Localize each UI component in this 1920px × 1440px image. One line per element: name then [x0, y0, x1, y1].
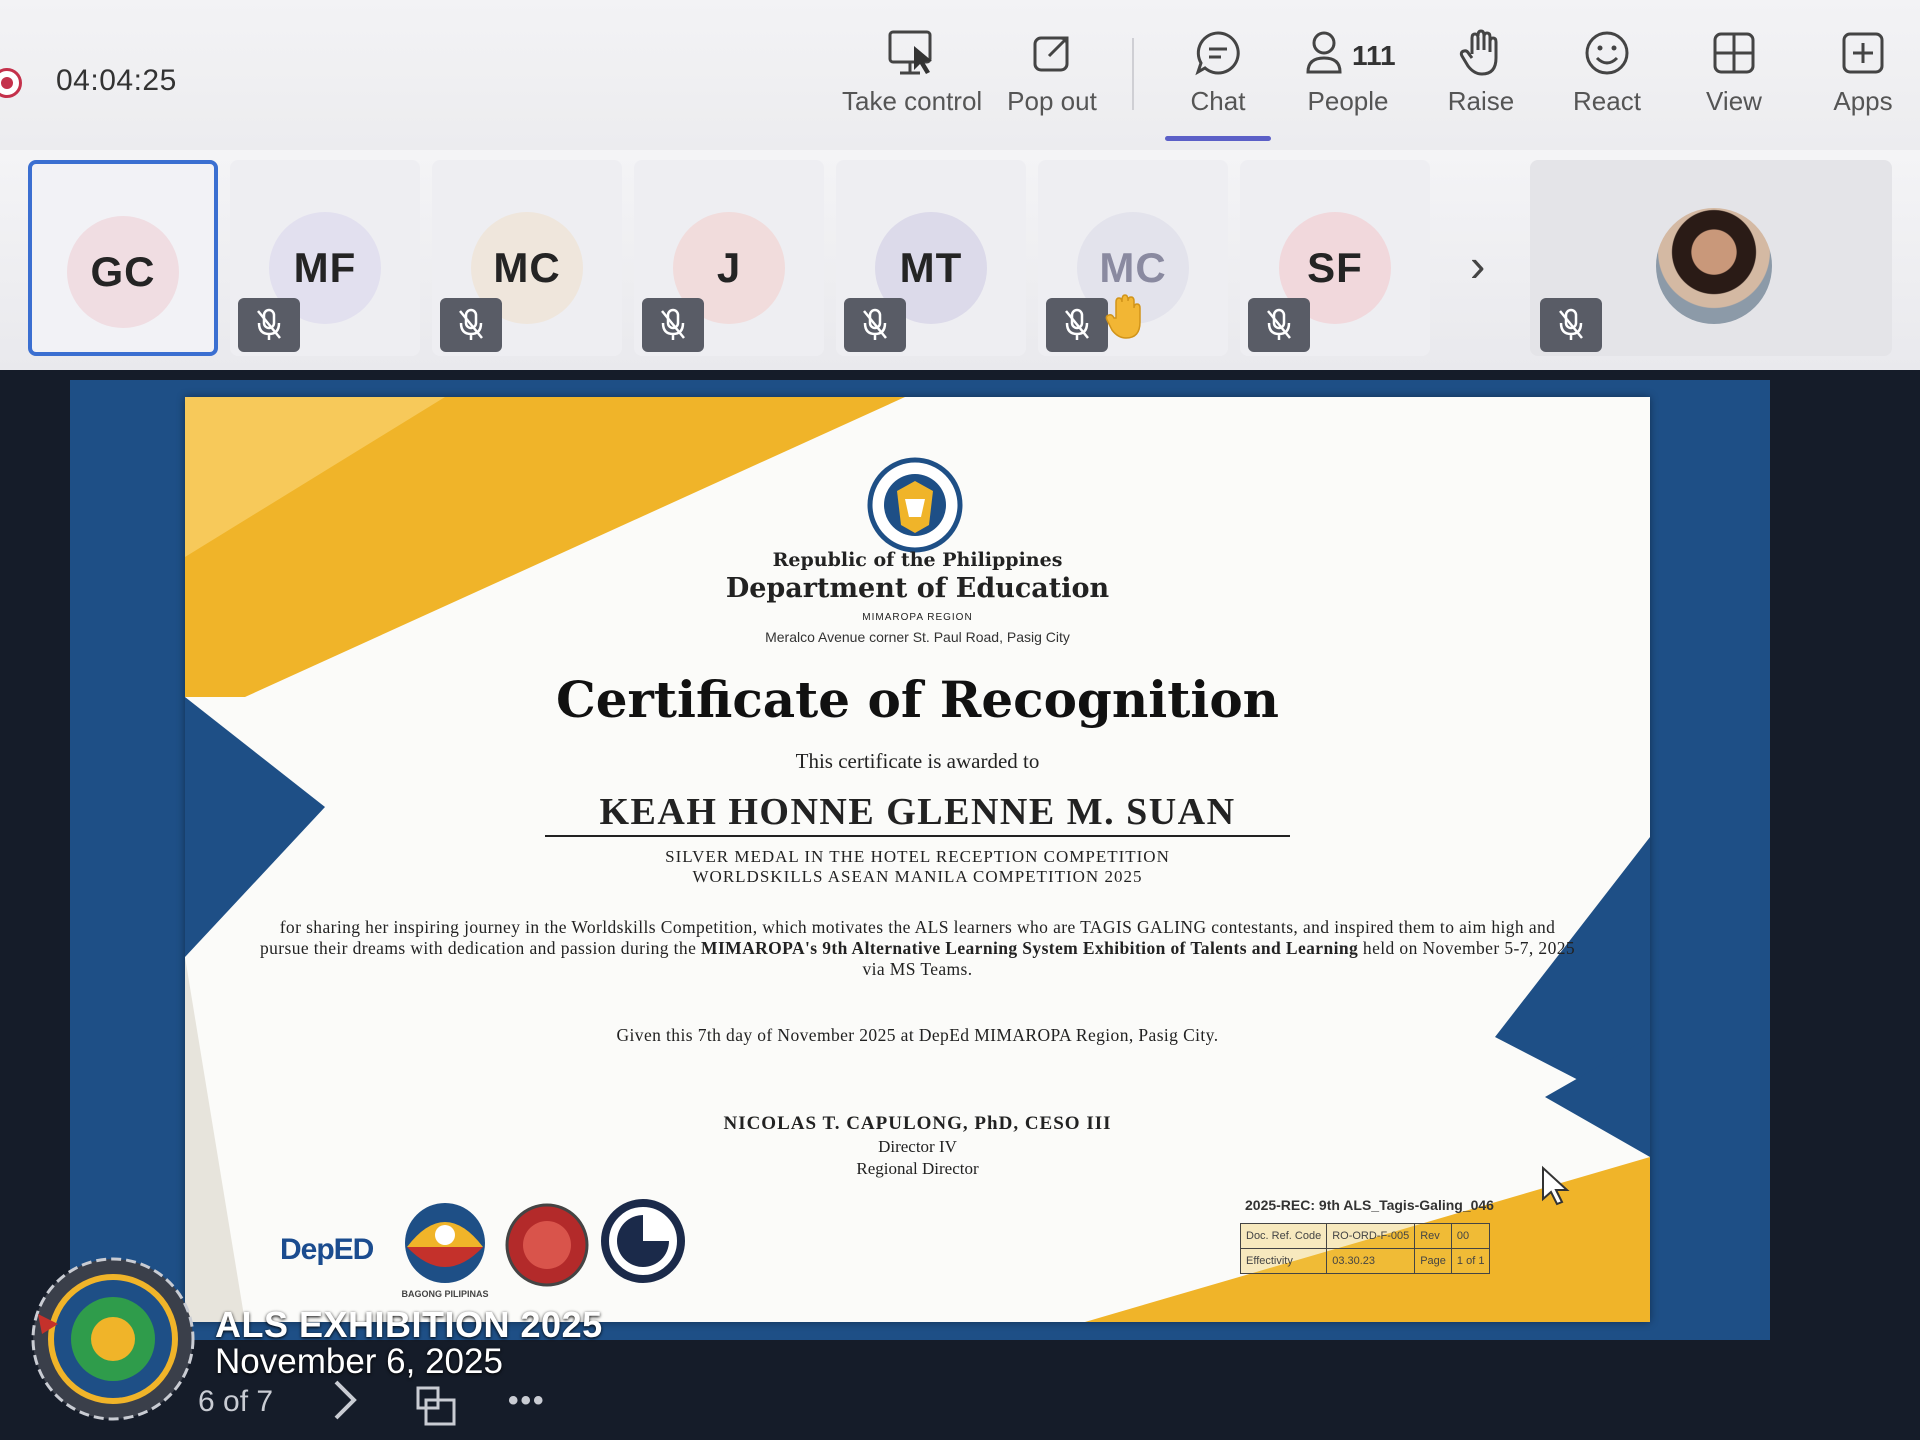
apps-button[interactable]: Apps	[1822, 28, 1904, 128]
recording-indicator-icon	[0, 68, 22, 98]
next-page-icon[interactable]	[330, 1378, 360, 1422]
raised-hand-icon	[1104, 292, 1150, 347]
school-seal-logo	[31, 1257, 195, 1421]
overlay-title: ALS EXHIBITION 2025	[215, 1304, 603, 1345]
view-label: View	[1706, 86, 1762, 116]
chat-button[interactable]: Chat	[1172, 28, 1264, 128]
chat-label: Chat	[1190, 86, 1246, 116]
participant-tile[interactable]: MC	[1038, 160, 1228, 356]
gallery-icon[interactable]	[414, 1384, 458, 1428]
raise-hand-icon	[1459, 29, 1498, 76]
raise-hand-button[interactable]: Raise	[1438, 28, 1524, 128]
avatar: GC	[67, 216, 179, 328]
mic-muted-icon	[1248, 298, 1310, 352]
take-control-label: Take control	[842, 86, 983, 116]
toolbar-divider	[1132, 38, 1134, 110]
regional-seal-icon	[505, 1203, 589, 1287]
take-control-icon	[888, 30, 932, 75]
view-icon	[1713, 32, 1755, 74]
participant-tile-video[interactable]	[1530, 160, 1892, 356]
mic-muted-icon	[440, 298, 502, 352]
participant-strip: GC MF MC J MT MC SF ›	[0, 150, 1920, 370]
people-label: People	[1307, 86, 1389, 116]
people-icon	[1306, 31, 1342, 74]
raise-label: Raise	[1447, 86, 1515, 116]
mic-muted-icon	[1046, 298, 1108, 352]
participant-tile[interactable]: MT	[836, 160, 1026, 356]
bagong-pilipinas-caption: BAGONG PILIPINAS	[401, 1289, 488, 1299]
more-options-icon[interactable]: •••	[508, 1384, 546, 1418]
meeting-toolbar: 04:04:25 Take control Pop out Chat Peopl…	[0, 0, 1920, 151]
meeting-timer: 04:04:25	[56, 64, 177, 97]
page-counter: 6 of 7	[198, 1385, 274, 1418]
partner-logos: BAGONG PILIPINAS	[401, 1199, 685, 1299]
participant-tile[interactable]: MC	[432, 160, 622, 356]
take-control-button[interactable]: Take control	[842, 28, 983, 128]
mic-muted-icon	[844, 298, 906, 352]
pop-out-button[interactable]: Pop out	[1000, 28, 1104, 128]
apps-label: Apps	[1833, 86, 1893, 116]
react-label: React	[1573, 86, 1641, 116]
certificate: Republic of the Philippines Department o…	[185, 397, 1650, 1322]
mic-muted-icon	[238, 298, 300, 352]
view-button[interactable]: View	[1694, 28, 1774, 128]
mic-muted-icon	[642, 298, 704, 352]
pop-out-label: Pop out	[1007, 86, 1097, 116]
chat-icon	[1195, 31, 1240, 76]
iso-certified-icon	[601, 1199, 685, 1283]
pop-out-icon	[1033, 36, 1069, 72]
mouse-cursor-icon	[1542, 1165, 1570, 1206]
apps-icon	[1842, 32, 1884, 74]
participant-tile[interactable]: SF	[1240, 160, 1430, 356]
react-button[interactable]: React	[1564, 28, 1650, 128]
chat-active-indicator	[1165, 136, 1271, 141]
participant-tile[interactable]: MF	[230, 160, 420, 356]
people-count: 111	[1352, 40, 1396, 71]
participant-tile[interactable]: GC	[28, 160, 218, 356]
mic-muted-icon	[1540, 298, 1602, 352]
chevron-right-icon[interactable]: ›	[1470, 238, 1485, 292]
participant-photo	[1656, 208, 1772, 324]
participant-tile[interactable]: J	[634, 160, 824, 356]
react-icon	[1585, 31, 1629, 75]
bagong-pilipinas-logo-icon	[405, 1203, 485, 1283]
overlay-date: November 6, 2025	[215, 1342, 503, 1381]
